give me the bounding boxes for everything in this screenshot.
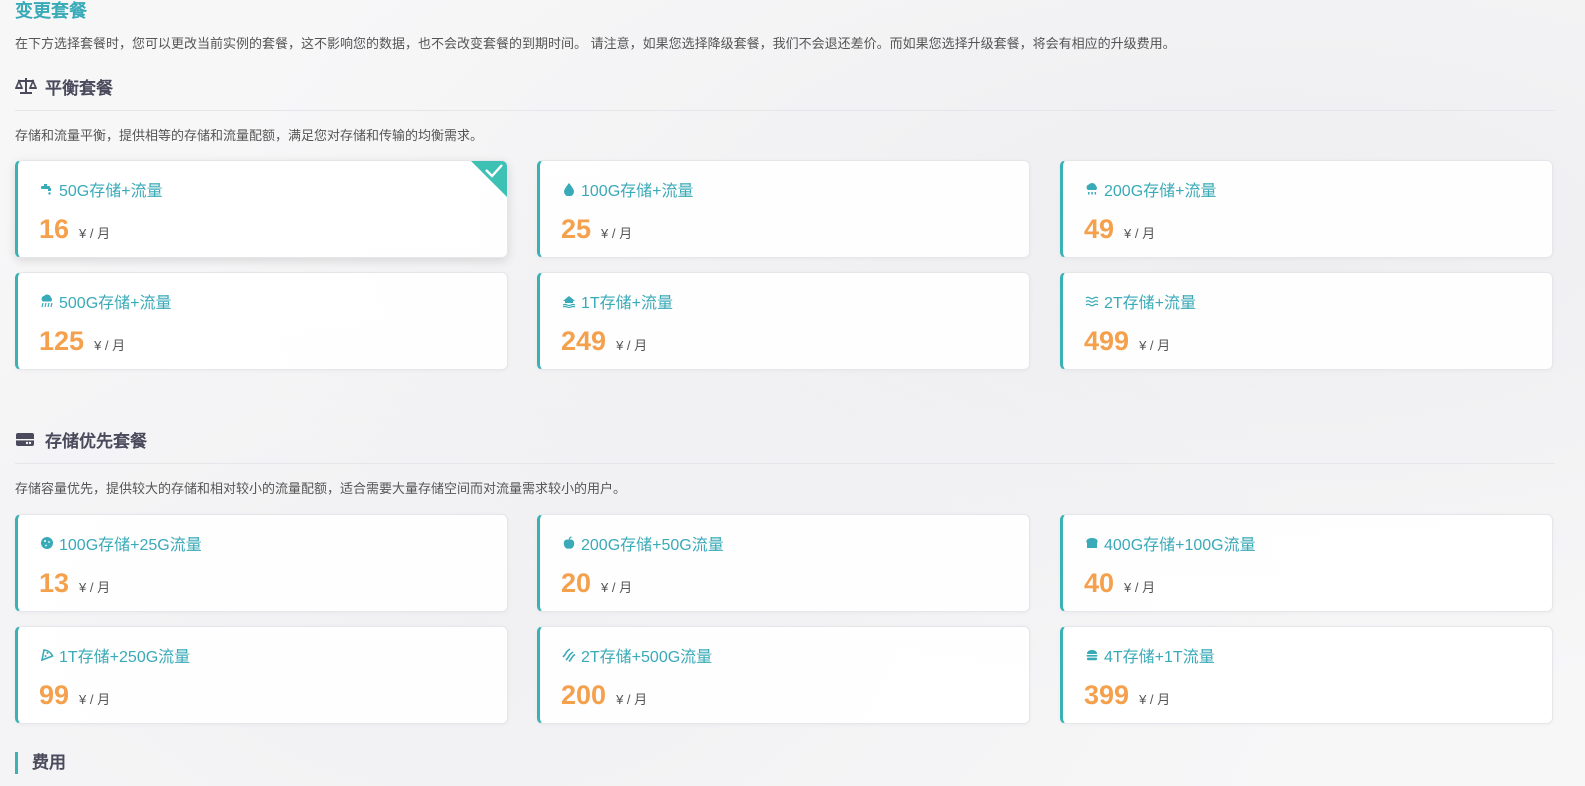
plan-name: 400G存储+100G流量 bbox=[1104, 537, 1256, 554]
pizza-slice-icon bbox=[40, 649, 54, 662]
page-description: 在下方选择套餐时，您可以更改当前实例的套餐，这不影响您的数据，也不会改变套餐的到… bbox=[15, 36, 1176, 51]
burger-icon bbox=[1086, 650, 1098, 661]
selected-check-icon bbox=[471, 161, 507, 197]
bread-icon bbox=[1086, 538, 1098, 548]
plan-name: 200G存储+50G流量 bbox=[581, 537, 724, 554]
plan-unit: ¥ / 月 bbox=[1139, 692, 1171, 707]
faucet-icon bbox=[41, 184, 51, 195]
plan-price: 49 bbox=[1084, 214, 1115, 244]
plan-card-storage-4t[interactable]: 4T存储+1T流量 399 ¥ / 月 bbox=[1060, 626, 1553, 724]
plan-unit: ¥ / 月 bbox=[1124, 580, 1156, 595]
plan-unit: ¥ / 月 bbox=[601, 226, 633, 241]
house-flood-icon bbox=[562, 296, 576, 308]
plan-name: 2T存储+流量 bbox=[1104, 295, 1197, 312]
plan-name: 100G存储+25G流量 bbox=[59, 537, 202, 554]
plan-unit: ¥ / 月 bbox=[79, 580, 111, 595]
plan-name: 1T存储+流量 bbox=[581, 295, 674, 312]
section-title: 存储优先套餐 bbox=[45, 431, 147, 451]
cloud-rain-icon bbox=[1086, 182, 1097, 195]
plan-price: 40 bbox=[1084, 568, 1115, 598]
water-waves-icon bbox=[1085, 296, 1099, 307]
plan-unit: ¥ / 月 bbox=[601, 580, 633, 595]
droplet-icon bbox=[564, 183, 574, 196]
plan-card-balanced-500g[interactable]: 500G存储+流量 125 ¥ / 月 bbox=[15, 272, 508, 370]
plan-price: 13 bbox=[39, 568, 70, 598]
plan-card-storage-200g[interactable]: 200G存储+50G流量 20 ¥ / 月 bbox=[537, 514, 1030, 612]
plan-unit: ¥ / 月 bbox=[79, 226, 111, 241]
plan-price: 249 bbox=[561, 326, 607, 356]
section-storage-first-header: 存储优先套餐 bbox=[15, 426, 1555, 452]
plan-card-storage-2t[interactable]: 2T存储+500G流量 200 ¥ / 月 bbox=[537, 626, 1030, 724]
plan-price: 200 bbox=[561, 680, 607, 710]
bacon-icon bbox=[562, 648, 576, 662]
plan-name: 1T存储+250G流量 bbox=[59, 649, 191, 666]
plan-unit: ¥ / 月 bbox=[79, 692, 111, 707]
apple-icon bbox=[563, 536, 575, 549]
plan-unit: ¥ / 月 bbox=[94, 338, 126, 353]
cookie-icon bbox=[41, 537, 53, 549]
plan-name: 50G存储+流量 bbox=[59, 183, 163, 200]
section-divider bbox=[15, 110, 1555, 111]
plan-price: 399 bbox=[1084, 680, 1130, 710]
plan-name: 4T存储+1T流量 bbox=[1104, 649, 1215, 666]
section-balanced-header: 平衡套餐 bbox=[15, 73, 1555, 99]
plan-price: 99 bbox=[39, 680, 70, 710]
plan-price: 499 bbox=[1084, 326, 1130, 356]
plan-card-storage-100g[interactable]: 100G存储+25G流量 13 ¥ / 月 bbox=[15, 514, 508, 612]
plan-unit: ¥ / 月 bbox=[1139, 338, 1171, 353]
plan-card-balanced-100g[interactable]: 100G存储+流量 25 ¥ / 月 bbox=[537, 160, 1030, 258]
plan-name: 200G存储+流量 bbox=[1104, 183, 1217, 200]
plan-card-balanced-1t[interactable]: 1T存储+流量 249 ¥ / 月 bbox=[537, 272, 1030, 370]
plan-card-storage-400g[interactable]: 400G存储+100G流量 40 ¥ / 月 bbox=[1060, 514, 1553, 612]
hard-drive-icon bbox=[16, 433, 34, 446]
plan-unit: ¥ / 月 bbox=[1124, 226, 1156, 241]
balance-scale-icon bbox=[15, 78, 37, 94]
plan-price: 20 bbox=[561, 568, 592, 598]
plan-name: 2T存储+500G流量 bbox=[581, 649, 713, 666]
section-description: 存储容量优先，提供较大的存储和相对较小的流量配额，适合需要大量存储空间而对流量需… bbox=[15, 481, 627, 496]
plan-price: 25 bbox=[561, 214, 592, 244]
plan-price: 125 bbox=[39, 326, 85, 356]
section-divider bbox=[15, 463, 1555, 464]
plan-card-storage-1t[interactable]: 1T存储+250G流量 99 ¥ / 月 bbox=[15, 626, 508, 724]
page-title: 变更套餐 bbox=[15, 1, 87, 21]
plan-name: 100G存储+流量 bbox=[581, 183, 694, 200]
plan-card-balanced-200g[interactable]: 200G存储+流量 49 ¥ / 月 bbox=[1060, 160, 1553, 258]
section-description: 存储和流量平衡，提供相等的存储和流量配额，满足您对存储和传输的均衡需求。 bbox=[15, 128, 484, 143]
plan-name: 500G存储+流量 bbox=[59, 295, 172, 312]
section-title: 平衡套餐 bbox=[45, 78, 113, 98]
plan-price: 16 bbox=[39, 214, 70, 244]
plan-unit: ¥ / 月 bbox=[616, 338, 648, 353]
cloud-showers-icon bbox=[41, 294, 53, 308]
plan-unit: ¥ / 月 bbox=[616, 692, 648, 707]
plan-card-balanced-50g[interactable]: 50G存储+流量 16 ¥ / 月 bbox=[15, 160, 508, 258]
plan-card-balanced-2t[interactable]: 2T存储+流量 499 ¥ / 月 bbox=[1060, 272, 1553, 370]
fee-section-title: 费用 bbox=[15, 752, 66, 774]
